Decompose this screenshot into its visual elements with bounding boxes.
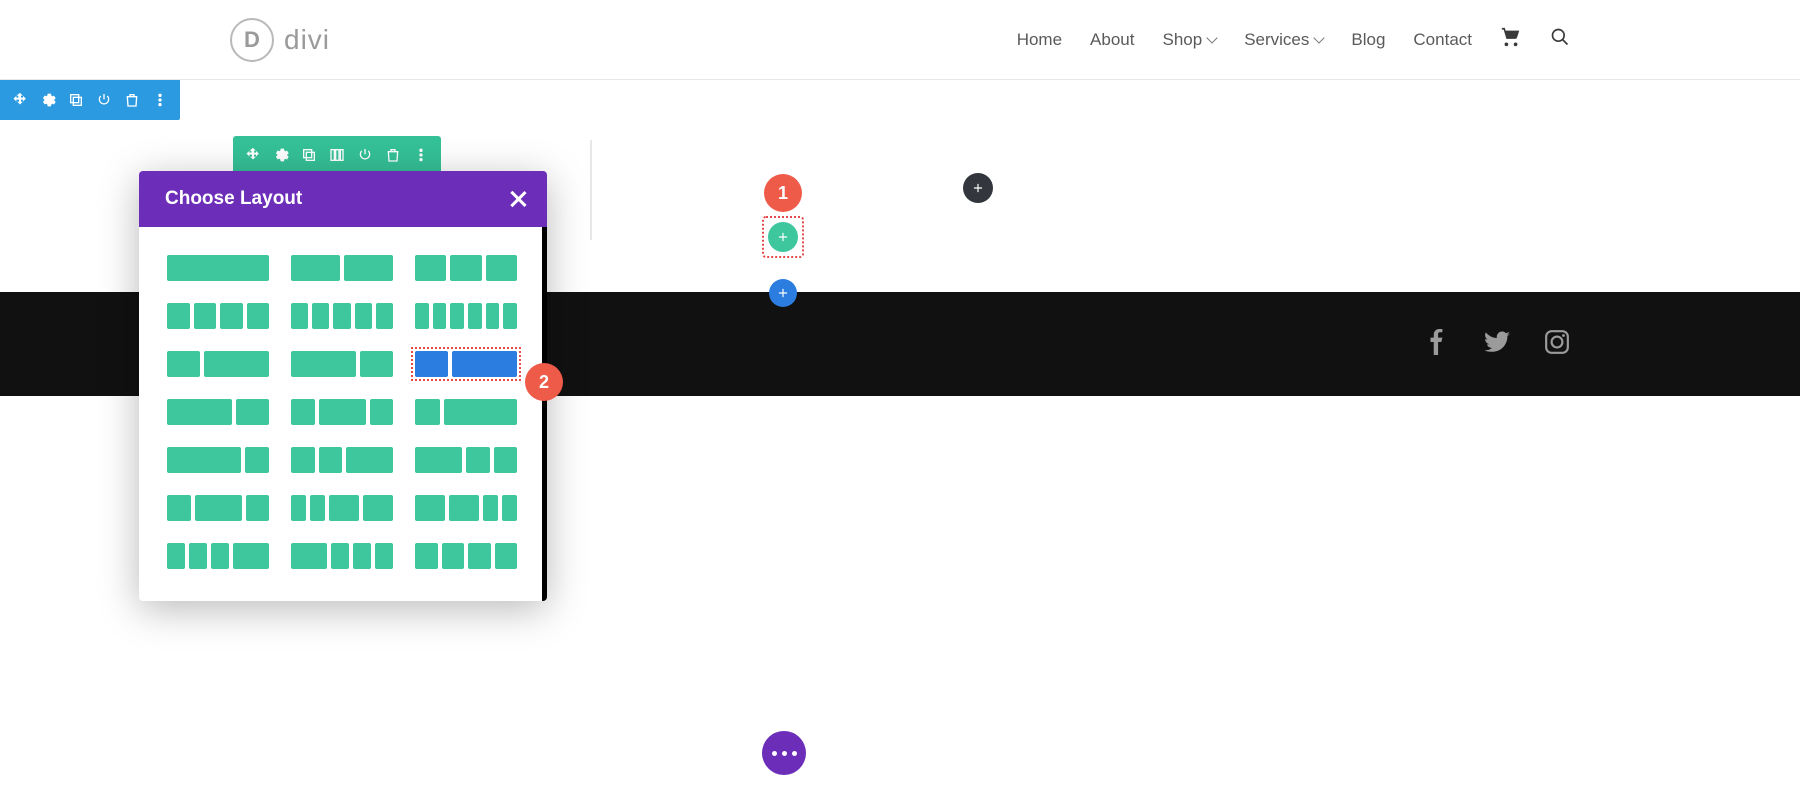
builder-fab[interactable]: [762, 731, 806, 775]
logo-text: divi: [284, 24, 330, 56]
layout-option[interactable]: [291, 351, 393, 377]
chevron-down-icon: [1207, 32, 1218, 43]
layout-option[interactable]: [291, 447, 393, 473]
add-row-button[interactable]: [768, 222, 798, 252]
settings-icon[interactable]: [40, 92, 56, 108]
move-icon[interactable]: [245, 147, 261, 163]
layout-option[interactable]: [167, 351, 269, 377]
nav-blog[interactable]: Blog: [1351, 30, 1385, 50]
twitter-icon[interactable]: [1484, 329, 1510, 360]
dot-icon: [782, 751, 787, 756]
power-icon[interactable]: [96, 92, 112, 108]
layout-option[interactable]: [415, 495, 517, 521]
layout-option[interactable]: [291, 495, 393, 521]
layout-option[interactable]: [291, 399, 393, 425]
layout-panel-header: Choose Layout: [139, 171, 547, 227]
columns-icon[interactable]: [329, 147, 345, 163]
logo[interactable]: D divi: [230, 18, 330, 62]
main-nav: Home About Shop Services Blog Contact: [1017, 26, 1570, 53]
duplicate-icon[interactable]: [301, 147, 317, 163]
callout-2: 2: [525, 363, 563, 401]
nav-home-label: Home: [1017, 30, 1062, 50]
trash-icon[interactable]: [385, 147, 401, 163]
chevron-down-icon: [1314, 32, 1325, 43]
nav-contact-label: Contact: [1413, 30, 1472, 50]
layout-option[interactable]: [415, 255, 517, 281]
nav-services[interactable]: Services: [1244, 30, 1323, 50]
logo-mark: D: [230, 18, 274, 62]
power-icon[interactable]: [357, 147, 373, 163]
settings-icon[interactable]: [273, 147, 289, 163]
close-icon[interactable]: [509, 190, 527, 208]
instagram-icon[interactable]: [1544, 329, 1570, 360]
trash-icon[interactable]: [124, 92, 140, 108]
nav-shop-label: Shop: [1162, 30, 1202, 50]
more-vertical-icon[interactable]: [152, 92, 168, 108]
cart-icon[interactable]: [1500, 26, 1522, 53]
nav-about[interactable]: About: [1090, 30, 1134, 50]
callout-1: 1: [764, 174, 802, 212]
layout-option[interactable]: [167, 447, 269, 473]
add-section-button[interactable]: [963, 173, 993, 203]
layout-option[interactable]: [415, 543, 517, 569]
layout-option[interactable]: [415, 399, 517, 425]
layout-grid: [167, 255, 523, 569]
social-links: [1424, 329, 1570, 360]
content-divider: [590, 140, 592, 240]
nav-shop[interactable]: Shop: [1162, 30, 1216, 50]
duplicate-icon[interactable]: [68, 92, 84, 108]
layout-option[interactable]: [167, 255, 269, 281]
layout-option[interactable]: [167, 543, 269, 569]
layout-option[interactable]: [167, 303, 269, 329]
search-icon[interactable]: [1550, 27, 1570, 52]
row-toolbar: [233, 136, 441, 174]
nav-home[interactable]: Home: [1017, 30, 1062, 50]
layout-panel-title: Choose Layout: [165, 188, 302, 210]
layout-option[interactable]: [415, 303, 517, 329]
layout-option[interactable]: [167, 495, 269, 521]
nav-contact[interactable]: Contact: [1413, 30, 1472, 50]
layout-option[interactable]: [291, 303, 393, 329]
layout-option[interactable]: [167, 399, 269, 425]
dot-icon: [792, 751, 797, 756]
more-vertical-icon[interactable]: [413, 147, 429, 163]
move-icon[interactable]: [12, 92, 28, 108]
nav-about-label: About: [1090, 30, 1134, 50]
nav-services-label: Services: [1244, 30, 1309, 50]
layout-option[interactable]: [291, 543, 393, 569]
dot-icon: [772, 751, 777, 756]
nav-blog-label: Blog: [1351, 30, 1385, 50]
layout-option[interactable]: [291, 255, 393, 281]
layout-panel: Choose Layout: [139, 171, 547, 601]
layout-option[interactable]: [415, 447, 517, 473]
layout-option[interactable]: [415, 351, 517, 377]
add-section-button-secondary[interactable]: [769, 279, 797, 307]
header: D divi Home About Shop Services Blog Con…: [0, 0, 1800, 80]
section-toolbar: [0, 80, 180, 120]
facebook-icon[interactable]: [1424, 329, 1450, 360]
layout-panel-body: [139, 227, 547, 601]
